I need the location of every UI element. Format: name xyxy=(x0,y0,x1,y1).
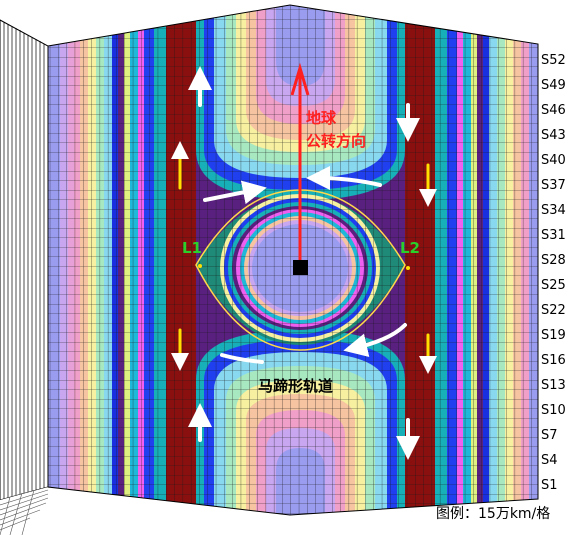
axis-tick-label: S49 xyxy=(541,78,566,93)
direction-label-line2: 公转方向 xyxy=(306,132,366,150)
direction-label-line1: 地球 xyxy=(306,109,337,127)
axis-tick-labels: S52 S49 S46 S43 S40 S37 S34 S31 S28 S25 S22 S19 S16 S… xyxy=(541,53,566,493)
axis-tick-label: S28 xyxy=(541,253,566,268)
axis-tick-label: S52 xyxy=(541,53,566,68)
axis-tick-label: S7 xyxy=(541,428,558,443)
axis-tick-label: S22 xyxy=(541,303,566,318)
axis-tick-label: S13 xyxy=(541,378,566,393)
scale-legend: 图例：15万km/格 xyxy=(436,506,551,522)
axis-tick-label: S1 xyxy=(541,478,558,493)
l1-point xyxy=(198,264,202,268)
potential-contour-diagram: 地球 公转方向 L1 L2 马蹄形轨道 S52 S49 S46 S43 S40 S37 S3… xyxy=(0,4,566,535)
axis-tick-label: S34 xyxy=(541,203,566,218)
axis-tick-label: S40 xyxy=(541,153,566,168)
horseshoe-orbit-label: 马蹄形轨道 xyxy=(258,377,333,395)
l1-label: L1 xyxy=(182,239,202,257)
axis-tick-label: S10 xyxy=(541,403,566,418)
axis-tick-label: S43 xyxy=(541,128,566,143)
axis-tick-label: S4 xyxy=(541,453,558,468)
earth-marker xyxy=(293,260,308,275)
l2-label: L2 xyxy=(400,239,420,257)
axis-tick-label: S46 xyxy=(541,103,566,118)
axis-tick-label: S19 xyxy=(541,328,566,343)
axis-tick-label: S31 xyxy=(541,228,566,243)
l2-point xyxy=(406,266,410,270)
axis-tick-label: S25 xyxy=(541,278,566,293)
axis-tick-label: S37 xyxy=(541,178,566,193)
axis-tick-label: S16 xyxy=(541,353,566,368)
